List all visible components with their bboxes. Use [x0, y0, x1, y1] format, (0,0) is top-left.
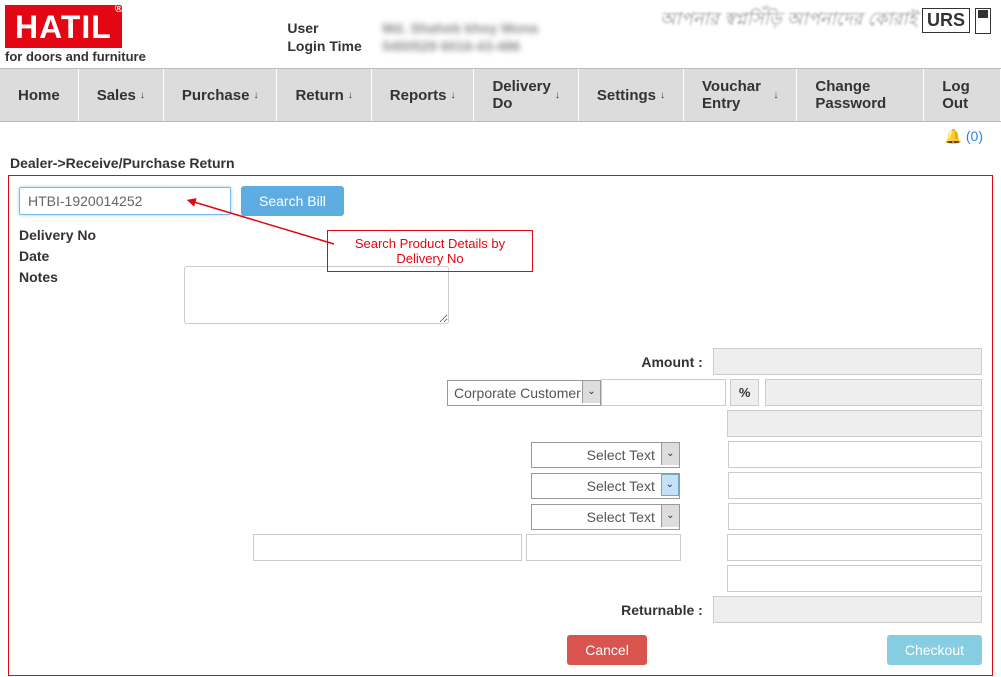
chevron-down-icon: ↓: [253, 90, 258, 101]
chevron-down-icon: ↓: [140, 90, 145, 101]
chevron-down-icon: ⌄: [661, 443, 679, 465]
select-3-text: Select Text: [532, 505, 661, 529]
amount-input[interactable]: [713, 348, 982, 375]
header: HATIL ® for doors and furniture User Md.…: [0, 0, 1001, 64]
notification-bar: 🔔 (0): [0, 122, 1001, 151]
nav-logout[interactable]: Log Out: [924, 69, 1001, 121]
nav-delivery[interactable]: Delivery Do↓: [474, 69, 578, 121]
login-time-value: 5450529 6016-43-486: [382, 38, 542, 54]
notification-count: (0): [966, 128, 983, 144]
select-3-value[interactable]: [728, 503, 982, 530]
percent-label: %: [730, 379, 759, 406]
customer-discount-select[interactable]: Corporate Customer D ⌄: [447, 380, 601, 406]
user-label: User: [287, 20, 382, 36]
discount-value-input[interactable]: [601, 379, 726, 406]
select-2[interactable]: Select Text ⌄: [531, 473, 680, 499]
button-row: Cancel Checkout: [19, 635, 982, 665]
chevron-down-icon: ↓: [450, 90, 455, 101]
nav-reports[interactable]: Reports↓: [372, 69, 475, 121]
amount-section: Amount : Corporate Customer D ⌄ % Select…: [19, 348, 982, 665]
nav-return[interactable]: Return↓: [277, 69, 371, 121]
discount-result-input[interactable]: [765, 379, 982, 406]
total-input[interactable]: [727, 565, 982, 592]
urs-badge-icon: URS: [922, 8, 970, 33]
chevron-down-icon: ⌄: [661, 505, 679, 527]
checkout-button[interactable]: Checkout: [887, 635, 982, 665]
logo-reg-icon: ®: [115, 3, 124, 15]
select-2-text: Select Text: [532, 474, 661, 498]
nav-home[interactable]: Home: [0, 69, 79, 121]
iso-badge-icon: [975, 8, 991, 34]
chevron-down-icon: ↓: [773, 90, 778, 101]
delivery-no-label: Delivery No: [19, 224, 184, 243]
logo-subtitle: for doors and furniture: [5, 49, 170, 64]
extra-input-1[interactable]: [253, 534, 522, 561]
amount-label: Amount :: [19, 354, 713, 370]
extra-input-3[interactable]: [727, 534, 982, 561]
returnable-label: Returnable :: [19, 602, 713, 618]
right-logos: আপনার স্বপ্নসিঁড়ি আপনাদের কোরাই URS: [660, 5, 991, 36]
select-3[interactable]: Select Text ⌄: [531, 504, 680, 530]
logo-section: HATIL ® for doors and furniture: [5, 5, 170, 64]
chevron-down-icon: ↓: [660, 90, 665, 101]
nav-voucher[interactable]: Vouchar Entry↓: [684, 69, 797, 121]
user-info: User Md. Shaheb khoy Mona Login Time 545…: [287, 20, 542, 56]
notes-row: Notes: [19, 266, 982, 324]
chevron-down-icon: ⌄: [582, 381, 600, 403]
select-2-value[interactable]: [728, 472, 982, 499]
chevron-down-icon: ↓: [555, 90, 560, 101]
notes-textarea[interactable]: [184, 266, 449, 324]
returnable-input[interactable]: [713, 596, 982, 623]
chevron-down-icon: ↓: [348, 90, 353, 101]
select-1-text: Select Text: [532, 443, 661, 467]
main-form: Search Product Details by Delivery No Se…: [8, 175, 993, 676]
cancel-button[interactable]: Cancel: [567, 635, 647, 665]
nav-purchase[interactable]: Purchase↓: [164, 69, 278, 121]
logo-text: HATIL: [15, 9, 112, 45]
search-bill-button[interactable]: Search Bill: [241, 186, 344, 216]
logo: HATIL ®: [5, 5, 122, 48]
nav-settings[interactable]: Settings↓: [579, 69, 684, 121]
extra-input-2[interactable]: [526, 534, 681, 561]
breadcrumb: Dealer->Receive/Purchase Return: [0, 151, 1001, 175]
search-bill-input[interactable]: [19, 187, 231, 215]
notes-label: Notes: [19, 266, 184, 285]
chevron-down-icon: ⌄: [661, 474, 679, 496]
select-1[interactable]: Select Text ⌄: [531, 442, 680, 468]
script-text: আপনার স্বপ্নসিঁড়ি আপনাদের কোরাই: [660, 5, 917, 36]
customer-discount-text: Corporate Customer D: [448, 381, 582, 405]
user-value: Md. Shaheb khoy Mona: [382, 20, 542, 36]
date-label: Date: [19, 245, 184, 264]
bell-icon: 🔔: [945, 128, 962, 144]
select-1-value[interactable]: [728, 441, 982, 468]
nav-change-password[interactable]: Change Password: [797, 69, 924, 121]
search-row: Search Bill: [19, 186, 982, 216]
login-time-label: Login Time: [287, 38, 382, 54]
notification-bell[interactable]: 🔔 (0): [945, 128, 983, 144]
nav-sales[interactable]: Sales↓: [79, 69, 164, 121]
subtotal-input[interactable]: [727, 410, 982, 437]
nav-bar: Home Sales↓ Purchase↓ Return↓ Reports↓ D…: [0, 68, 1001, 122]
annotation-tooltip: Search Product Details by Delivery No: [327, 230, 533, 272]
